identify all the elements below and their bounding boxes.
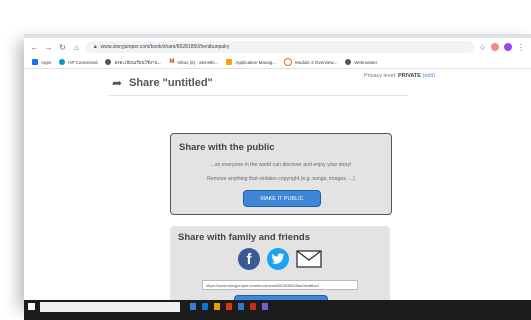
taskbar-app-icon[interactable] (250, 303, 256, 310)
page-title: Share "untitled" (129, 77, 213, 89)
social-share-row: f (170, 248, 390, 270)
url-text: www.storyjumper.com/book/share/85281850/… (100, 44, 230, 50)
forward-icon[interactable]: → (44, 43, 53, 52)
bookmark-item[interactable]: HP Connected (59, 59, 97, 65)
privacy-edit-link[interactable]: (edit) (423, 73, 436, 79)
bookmark-item[interactable]: M Inbox (6) - akmetki... (169, 59, 218, 65)
bookmark-label: ลงทะเบียนเรียนใช้งาน... (114, 59, 162, 65)
hp-icon (59, 59, 66, 65)
share-public-description: ...so everyone in the world can discover… (210, 162, 352, 168)
gmail-icon: M (169, 59, 175, 65)
bookmark-item[interactable]: ลงทะเบียนเรียนใช้งาน... (105, 59, 161, 66)
page-content: ➦ Share "untitled" Privacy level: PRIVAT… (24, 69, 531, 304)
address-bar-row: ← → ↻ ⌂ 🔒︎ www.storyjumper.com/book/shar… (24, 38, 531, 56)
taskbar-search[interactable] (40, 302, 180, 312)
lock-icon: 🔒︎ (94, 44, 97, 50)
profile-avatar[interactable] (504, 43, 512, 51)
email-icon[interactable] (296, 248, 322, 270)
taskbar-app-icon[interactable] (214, 303, 220, 310)
privacy-level: Privacy level: PRIVATE (edit) (364, 73, 435, 79)
url-field[interactable]: 🔒︎ www.storyjumper.com/book/share/852818… (86, 41, 474, 53)
taskbar-app-icon[interactable] (262, 303, 268, 310)
bookmark-item[interactable]: Webmaster (345, 59, 377, 65)
share-public-title: Share with the public (179, 142, 275, 153)
facebook-icon[interactable]: f (238, 248, 260, 270)
bookmarks-bar: Apps HP Connected ลงทะเบียนเรียนใช้งาน..… (24, 56, 531, 69)
taskbar-app-icon[interactable] (190, 303, 196, 310)
copyright-warning: Remove anything that violates copyright … (207, 176, 355, 182)
windows-start-icon[interactable] (28, 303, 35, 310)
bookmark-item[interactable]: Application Manag... (226, 59, 276, 65)
star-icon[interactable]: ☆ (479, 43, 486, 52)
share-arrow-icon: ➦ (112, 76, 123, 90)
share-link-text: https://www.storyjumper.com/book/read/85… (206, 282, 319, 288)
apps-icon (32, 59, 38, 65)
share-family-card: Share with family and friends f https://… (170, 226, 390, 304)
browser-window: ← → ↻ ⌂ 🔒︎ www.storyjumper.com/book/shar… (24, 34, 531, 304)
taskbar-app-icon[interactable] (202, 303, 208, 310)
share-public-card: Share with the public ...so everyone in … (170, 133, 392, 215)
privacy-label: Privacy level: (364, 73, 397, 79)
back-icon[interactable]: ← (30, 43, 39, 52)
bookmark-label: Webmaster (354, 59, 378, 65)
bookmark-item[interactable]: Apps (32, 59, 51, 65)
bookmark-label: Apps (41, 59, 52, 65)
taskbar-app-icon[interactable] (238, 303, 244, 310)
bookmark-label: HP Connected (68, 59, 98, 65)
taskbar-app-icon[interactable] (226, 303, 232, 310)
bookmark-label: Module 2 Overview... (295, 59, 338, 65)
extension-icon[interactable] (491, 43, 499, 51)
twitter-icon[interactable] (267, 248, 289, 270)
taskbar (24, 300, 531, 320)
module-icon (284, 58, 293, 66)
share-family-title: Share with family and friends (178, 232, 310, 243)
menu-icon[interactable]: ⋮ (517, 43, 525, 52)
bookmark-label: Application Manag... (235, 59, 277, 65)
make-public-button[interactable]: MAKE IT PUBLIC (243, 190, 321, 207)
home-icon[interactable]: ⌂ (72, 43, 81, 52)
reload-icon[interactable]: ↻ (58, 43, 67, 52)
globe-icon (105, 59, 112, 65)
share-link-field[interactable]: https://www.storyjumper.com/book/read/85… (202, 280, 358, 290)
privacy-value: PRIVATE (397, 73, 421, 79)
bookmark-item[interactable]: Module 2 Overview... (284, 58, 337, 66)
bookmark-label: Inbox (6) - akmetki... (177, 59, 219, 65)
globe-icon (345, 59, 352, 65)
folder-icon (226, 59, 233, 65)
title-divider (108, 95, 408, 96)
